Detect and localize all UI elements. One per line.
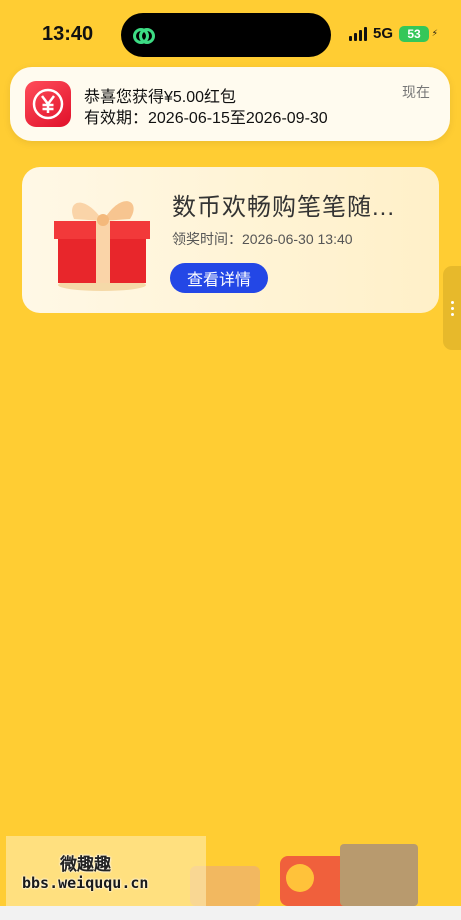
yuan-coin-icon — [32, 88, 64, 120]
watermark-url: bbs.weiququ.cn — [22, 874, 149, 892]
bottom-bar — [0, 906, 461, 920]
gift-box-icon — [54, 201, 150, 291]
reward-card[interactable]: 数币欢畅购笔笔随... 领奖时间：2026-06-30 13:40 查看详情 — [22, 167, 439, 313]
status-bar: 13:40 5G 53 — [0, 0, 461, 64]
signal-icon — [348, 26, 367, 41]
link-icon — [133, 28, 155, 44]
notification-banner[interactable]: 恭喜您获得¥5.00红包 有效期：2026-06-15至2026-09-30 现… — [10, 67, 450, 141]
watermark-name: 微趣趣 — [60, 855, 111, 874]
notification-subtitle: 有效期：2026-06-15至2026-09-30 — [84, 110, 328, 127]
card-title: 数币欢畅购笔笔随... — [172, 194, 396, 221]
status-time: 13:40 — [42, 23, 94, 45]
notification-time: 现在 — [402, 84, 430, 100]
view-details-button[interactable]: 查看详情 — [170, 263, 268, 293]
award-time: 领奖时间：2026-06-30 13:40 — [172, 231, 353, 247]
status-indicators: 5G 53 — [348, 25, 438, 42]
side-drawer-handle[interactable] — [443, 266, 461, 350]
network-type: 5G — [372, 25, 393, 42]
battery-icon: 53 — [399, 25, 438, 42]
watermark: 微趣趣 bbs.weiququ.cn — [6, 836, 206, 906]
app-icon — [25, 81, 71, 127]
